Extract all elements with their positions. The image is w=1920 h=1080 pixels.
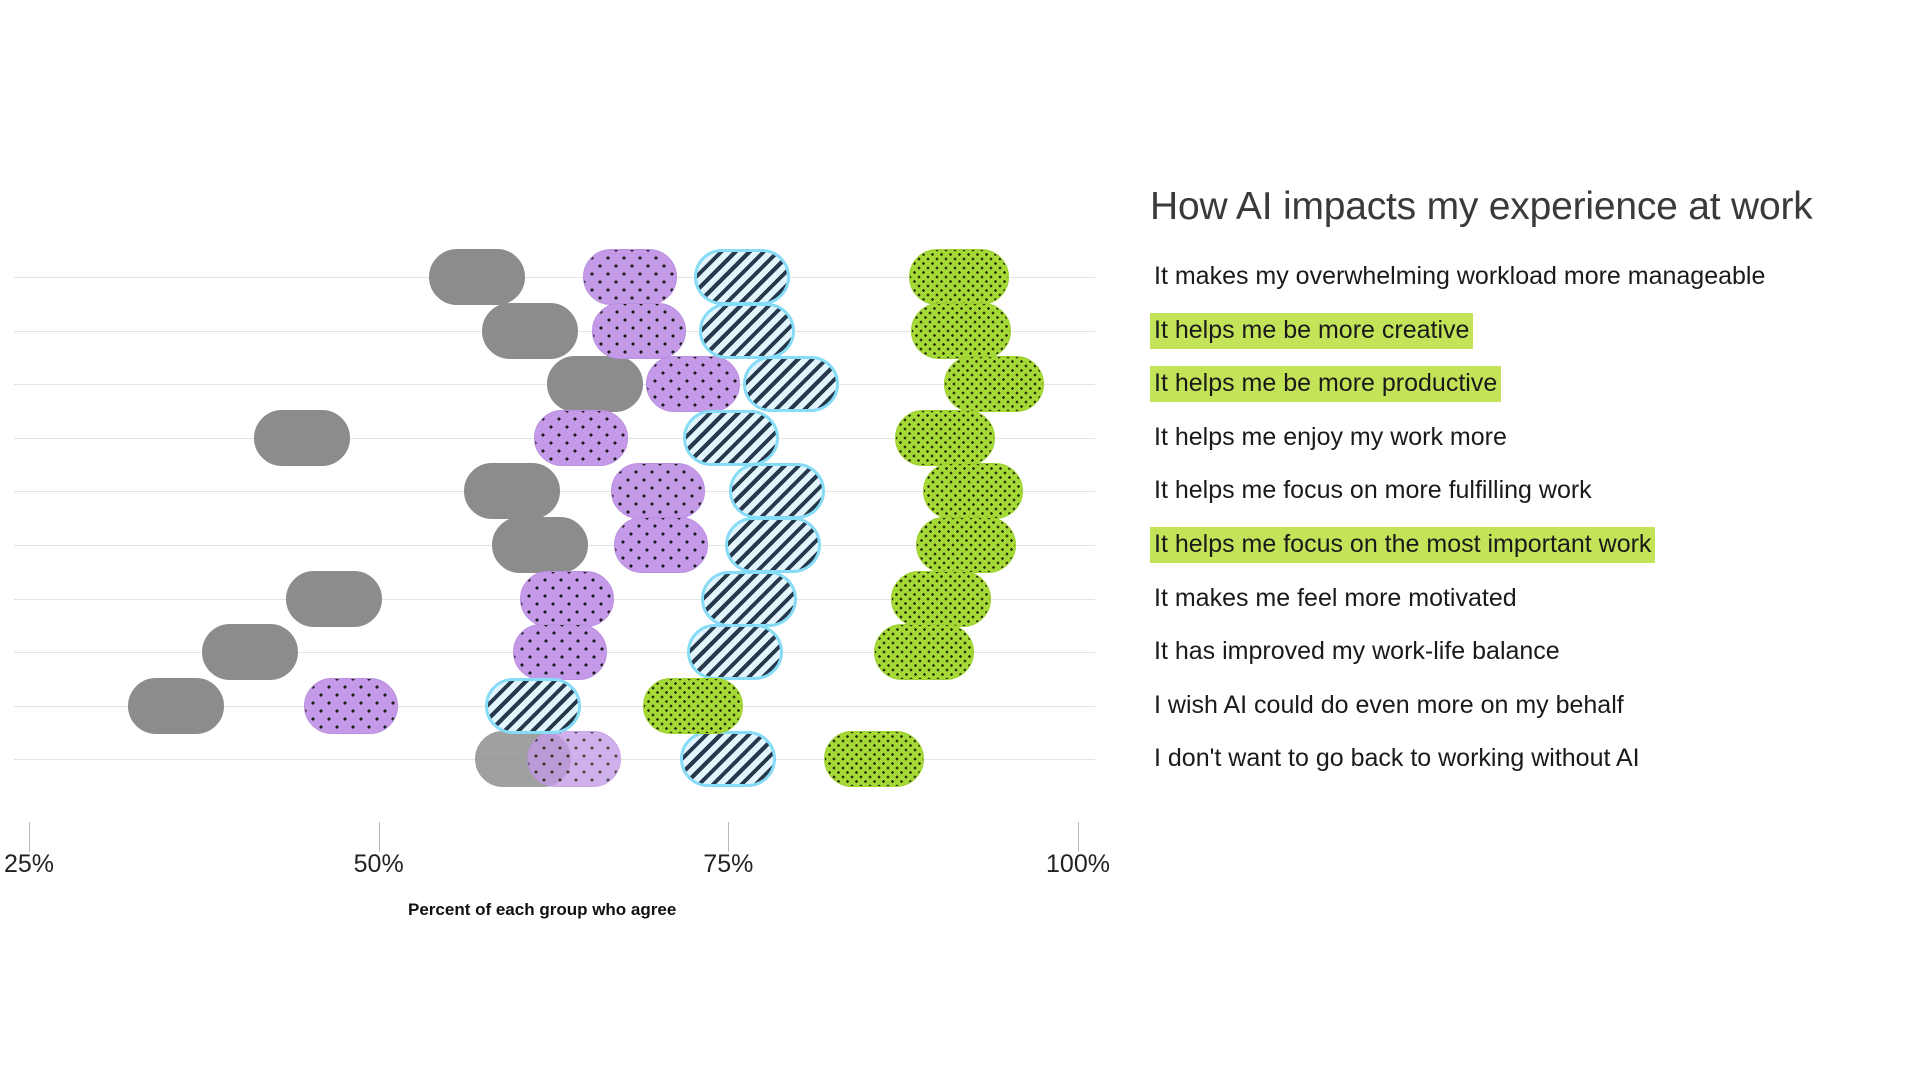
statement-item[interactable]: It has improved my work-life balance — [1150, 634, 1564, 670]
marker-group-green — [874, 624, 975, 681]
statement-item[interactable]: I wish AI could do even more on my behal… — [1150, 688, 1628, 724]
marker-group-striped — [701, 570, 798, 627]
marker-group-gray — [253, 409, 350, 466]
marker-group-striped — [743, 356, 840, 413]
marker-group-green — [923, 463, 1024, 520]
marker-group-purple — [520, 570, 615, 627]
marker-group-green — [890, 570, 991, 627]
axis-tick-label: 25% — [3, 850, 55, 878]
marker-group-purple — [513, 624, 608, 681]
statement-item[interactable]: It helps me focus on the most important … — [1150, 527, 1656, 563]
marker-group-gray — [285, 570, 382, 627]
marker-group-green — [823, 731, 924, 788]
axis-tick-label: 50% — [353, 850, 404, 878]
marker-group-striped — [698, 302, 795, 359]
marker-group-striped — [680, 731, 777, 788]
marker-group-purple — [303, 677, 398, 734]
statement-label: I don't want to go back to working witho… — [1154, 744, 1640, 773]
axis-tick — [378, 822, 380, 852]
x-axis-title: Percent of each group who agree — [408, 900, 677, 919]
marker-group-gray — [201, 624, 298, 681]
statement-label: It helps me enjoy my work more — [1154, 422, 1507, 451]
marker-group-striped — [729, 463, 826, 520]
marker-group-purple — [583, 249, 678, 305]
chart-page: 25% 50% 75% 100% Percent of each group who … — [0, 0, 1920, 1080]
marker-group-green — [643, 677, 744, 734]
marker-group-green — [895, 409, 996, 466]
statement-item[interactable]: It makes my overwhelming workload more m… — [1150, 259, 1769, 295]
marker-group-striped — [725, 517, 822, 573]
axis-tick — [1078, 822, 1079, 852]
marker-group-purple — [527, 731, 622, 788]
marker-group-purple — [646, 356, 741, 413]
marker-group-gray — [491, 517, 588, 573]
marker-group-striped — [694, 249, 791, 305]
statement-item[interactable]: It helps me enjoy my work more — [1150, 420, 1511, 456]
statement-list-panel: How AI impacts my experience at work It … — [1150, 0, 1920, 1080]
marker-group-green — [944, 356, 1045, 413]
marker-group-green — [916, 517, 1017, 573]
axis-tick-label: 100% — [1046, 850, 1110, 878]
statement-label: It makes me feel more motivated — [1154, 583, 1517, 612]
marker-group-gray — [547, 356, 644, 413]
marker-group-green — [909, 249, 1010, 305]
marker-group-purple — [614, 517, 709, 573]
statement-label: It has improved my work-life balance — [1154, 637, 1560, 666]
statement-label-highlighted: It helps me be more productive — [1150, 366, 1502, 403]
marker-group-striped — [683, 409, 780, 466]
marker-group-striped — [687, 624, 784, 681]
statement-item[interactable]: It helps me be more productive — [1150, 366, 1502, 403]
statement-label: It makes my overwhelming workload more m… — [1154, 262, 1766, 290]
marker-group-purple — [611, 463, 706, 520]
axis-tick-label: 75% — [703, 850, 754, 878]
marker-group-purple — [534, 409, 629, 466]
marker-group-gray — [463, 463, 560, 520]
marker-group-gray — [127, 677, 224, 734]
marker-group-green — [910, 302, 1011, 359]
axis-tick — [728, 822, 730, 852]
panel-title: How AI impacts my experience at work — [1150, 185, 1813, 228]
statement-item[interactable]: I don't want to go back to working witho… — [1150, 741, 1644, 777]
marker-group-gray — [428, 249, 525, 305]
statement-item[interactable]: It helps me focus on more fulfilling wor… — [1150, 473, 1596, 509]
marker-group-striped — [484, 677, 581, 734]
marker-group-gray — [481, 302, 578, 359]
dot-plot-chart: 25% 50% 75% 100% Percent of each group who … — [0, 0, 1150, 1080]
statement-label: It helps me focus on more fulfilling wor… — [1154, 476, 1592, 505]
marker-group-purple — [591, 302, 686, 359]
statement-item[interactable]: It helps me be more creative — [1150, 312, 1474, 349]
statement-label-highlighted: It helps me be more creative — [1150, 312, 1474, 349]
statement-label: I wish AI could do even more on my behal… — [1154, 690, 1624, 719]
axis-tick — [29, 822, 30, 852]
statement-label-highlighted: It helps me focus on the most important … — [1150, 527, 1656, 563]
statement-item[interactable]: It makes me feel more motivated — [1150, 581, 1521, 617]
